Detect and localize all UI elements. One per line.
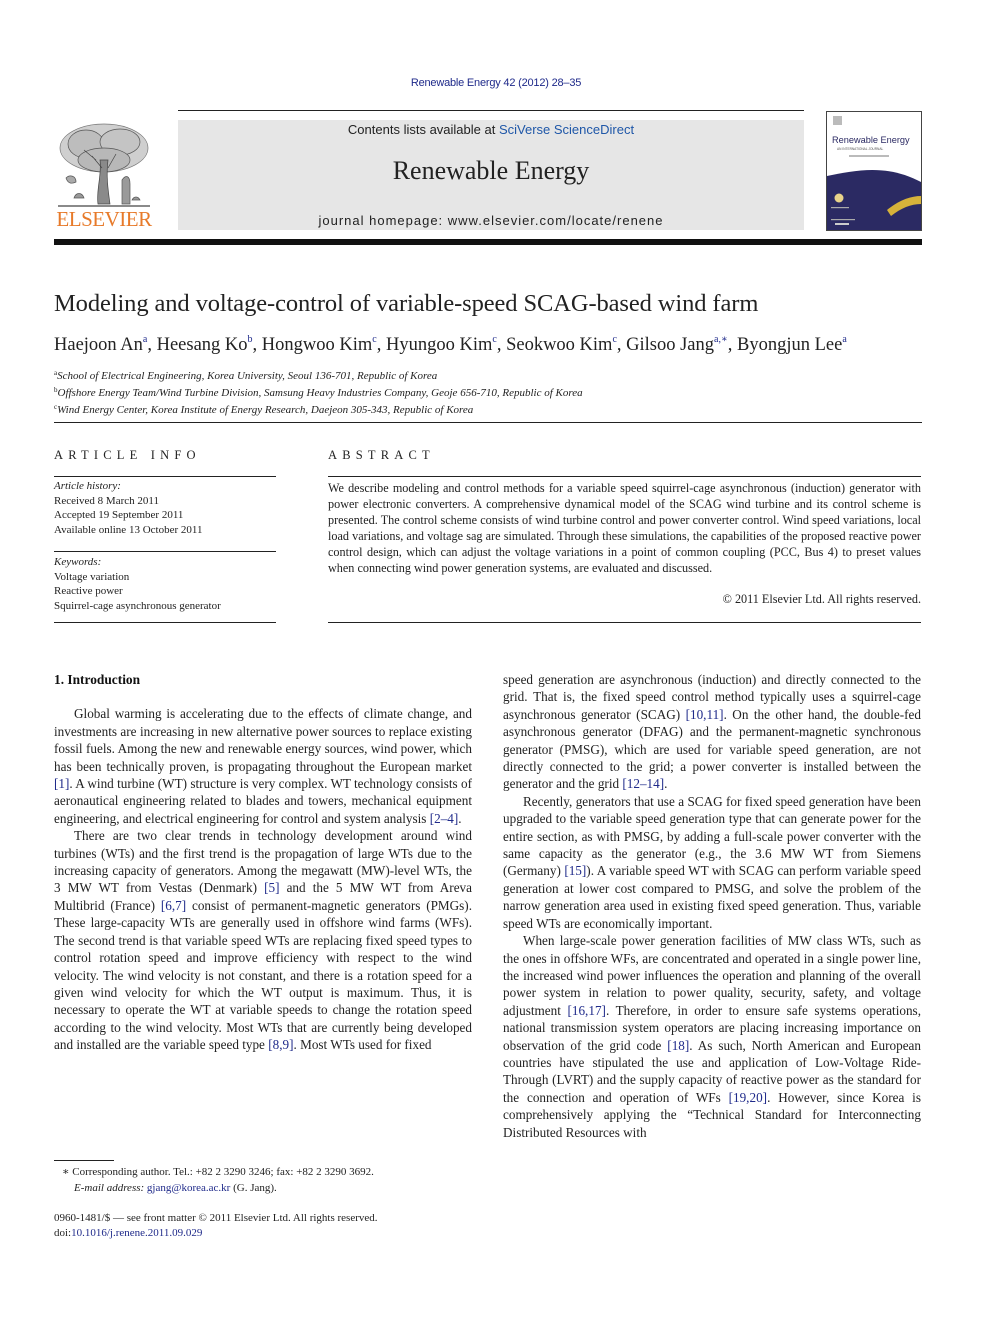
keyword: Squirrel-cage asynchronous generator	[54, 599, 221, 612]
section-heading-introduction: 1. Introduction	[54, 672, 141, 687]
online-date: Available online 13 October 2011	[54, 523, 203, 536]
paragraph: There are two clear trends in technology…	[54, 828, 473, 1053]
contents-line: Contents lists available at SciVerse Sci…	[178, 122, 804, 137]
journal-homepage-link[interactable]: journal homepage: www.elsevier.com/locat…	[178, 213, 804, 228]
keyword: Reactive power	[54, 585, 123, 597]
front-matter: 0960-1481/$ — see front matter © 2011 El…	[54, 1211, 472, 1241]
abstract-text: We describe modeling and control methods…	[328, 481, 921, 575]
keywords-rule	[54, 551, 276, 552]
contents-prefix: Contents lists available at	[347, 122, 499, 137]
reference-link[interactable]: [15]	[564, 863, 586, 878]
author[interactable]: Heesang Kob	[157, 334, 253, 355]
author[interactable]: Gilsoo Janga,∗	[626, 334, 728, 355]
keyword: Voltage variation	[54, 570, 130, 583]
author[interactable]: Seokwoo Kimc	[506, 334, 617, 355]
author[interactable]: Haejoon Ana	[54, 334, 147, 355]
article-info-bottom-rule	[54, 622, 276, 623]
journal-name: Renewable Energy	[392, 156, 590, 185]
journal-banner: Contents lists available at SciVerse Sci…	[178, 120, 804, 230]
header-top-rule	[178, 110, 804, 111]
reference-link[interactable]: [16,17]	[567, 1003, 605, 1018]
paragraph: Global warming is accelerating due to th…	[54, 706, 472, 826]
header-thick-rule	[54, 239, 922, 245]
article-info-heading: ARTICLE INFO	[54, 448, 201, 462]
body-left-column: 1. Introduction Global warming is accele…	[54, 671, 472, 1054]
body-right-column: speed generation are asynchronous (induc…	[503, 671, 921, 1141]
reference-link[interactable]: [18]	[667, 1038, 689, 1053]
reference-link[interactable]: [12–14]	[622, 776, 664, 791]
doi-link[interactable]: 10.1016/j.renene.2011.09.029	[71, 1227, 202, 1239]
sciencedirect-link[interactable]: SciVerse ScienceDirect	[499, 122, 634, 137]
journal-citation[interactable]: Renewable Energy 42 (2012) 28–35	[0, 77, 992, 89]
author[interactable]: Hyungoo Kimc	[386, 334, 497, 355]
abstract-copyright: © 2011 Elsevier Ltd. All rights reserved…	[722, 592, 921, 606]
elsevier-logo[interactable]: ELSEVIER	[52, 120, 156, 232]
abstract-bottom-rule	[328, 622, 921, 623]
cover-publisher-mark-icon	[833, 116, 842, 125]
keywords-label: Keywords:	[54, 556, 102, 568]
affiliation-c: cWind Energy Center, Korea Institute of …	[54, 403, 474, 417]
cover-subtitle: AN INTERNATIONAL JOURNAL	[837, 147, 883, 151]
reference-link[interactable]: [1]	[54, 776, 69, 791]
email-link[interactable]: gjang@korea.ac.kr	[147, 1182, 230, 1194]
received-date: Received 8 March 2011	[54, 494, 159, 507]
reference-link[interactable]: [8,9]	[268, 1037, 293, 1052]
journal-cover-image: Renewable Energy AN INTERNATIONAL JOURNA…	[827, 112, 921, 230]
corresponding-author-footnote: ∗ Corresponding author. Tel.: +82 2 3290…	[62, 1166, 374, 1194]
reference-link[interactable]: [19,20]	[729, 1090, 767, 1105]
author-list: Haejoon Ana, Heesang Kob, Hongwoo Kimc, …	[54, 334, 847, 355]
paragraph: Recently, generators that use a SCAG for…	[503, 793, 921, 931]
affiliations: aSchool of Electrical Engineering, Korea…	[54, 366, 934, 418]
footnote-rule	[54, 1160, 114, 1161]
issn-line: 0960-1481/$ — see front matter © 2011 El…	[54, 1212, 378, 1224]
author[interactable]: Byongjun Leea	[737, 334, 847, 355]
journal-cover-thumbnail[interactable]: Renewable Energy AN INTERNATIONAL JOURNA…	[826, 111, 922, 231]
history-label: Article history:	[54, 480, 121, 492]
author[interactable]: Hongwoo Kimc	[262, 334, 377, 355]
abstract-heading: ABSTRACT	[328, 448, 435, 462]
cover-title: Renewable Energy	[832, 135, 910, 145]
elsevier-tree-icon	[58, 123, 150, 207]
reference-link[interactable]: [10,11]	[686, 707, 724, 722]
affiliations-rule	[54, 422, 922, 423]
reference-link[interactable]: [5]	[264, 880, 279, 895]
abstract-rule	[328, 476, 921, 477]
keywords: Keywords: Voltage variation Reactive pow…	[54, 555, 276, 613]
cover-emblem-icon	[834, 193, 844, 203]
article-title: Modeling and voltage-control of variable…	[54, 290, 759, 317]
article-info-rule	[54, 476, 276, 477]
reference-link[interactable]: [6,7]	[161, 898, 186, 913]
reference-link[interactable]: [2–4]	[430, 811, 459, 826]
affiliation-b: bOffshore Energy Team/Wind Turbine Divis…	[54, 386, 583, 400]
elsevier-wordmark: ELSEVIER	[56, 207, 152, 231]
accepted-date: Accepted 19 September 2011	[54, 509, 184, 521]
article-history: Article history: Received 8 March 2011 A…	[54, 479, 276, 537]
affiliation-a: aSchool of Electrical Engineering, Korea…	[54, 369, 438, 382]
paragraph: speed generation are asynchronous (induc…	[503, 672, 921, 792]
paragraph: When large-scale power generation facili…	[503, 933, 922, 1140]
